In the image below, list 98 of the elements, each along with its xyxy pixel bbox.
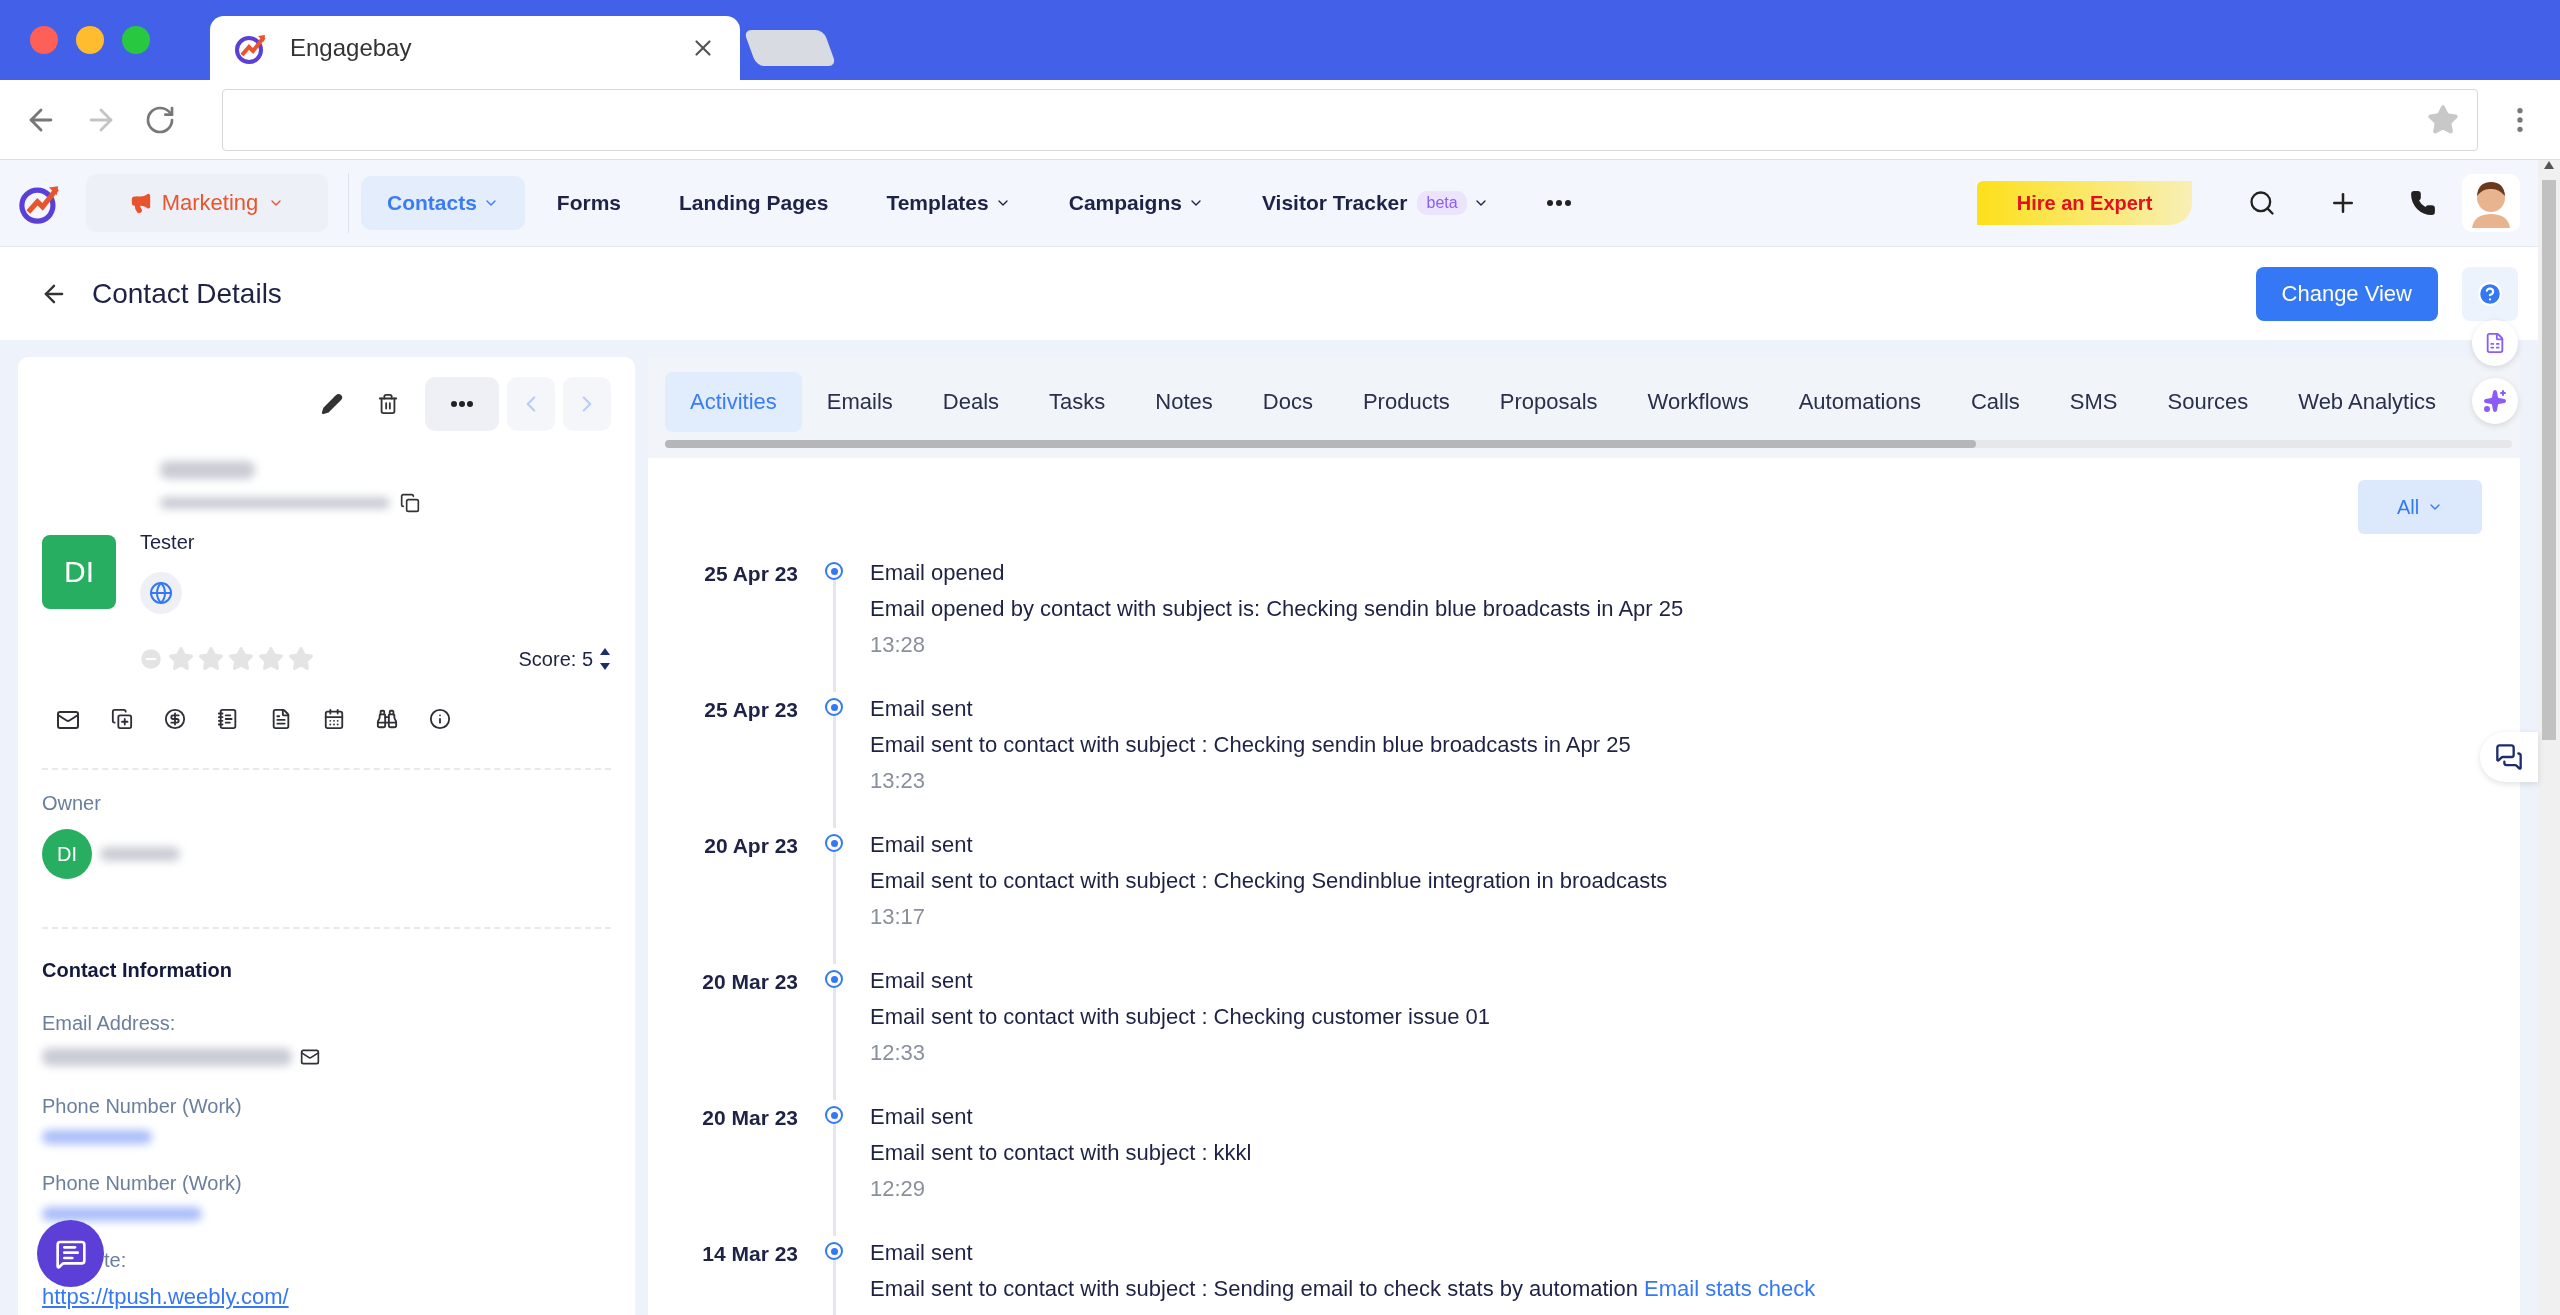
timeline-dot xyxy=(825,698,843,716)
nav-item[interactable]: Forms xyxy=(530,176,648,230)
activity-date: 25 Apr 23 xyxy=(703,697,798,723)
window-minimize-button[interactable] xyxy=(76,26,104,54)
activity-description: Email sent to contact with subject : Checking sendin blue broadcasts in Apr 25 xyxy=(870,732,1632,758)
globe-icon xyxy=(149,581,173,605)
nav-item[interactable]: Landing Pages xyxy=(653,176,855,230)
pencil-icon xyxy=(321,393,343,415)
info-icon[interactable] xyxy=(429,708,451,730)
activity-time: 12:33 xyxy=(870,1040,927,1066)
scrollbar[interactable] xyxy=(665,440,2512,448)
nav-item[interactable]: Visitor Tracker beta xyxy=(1235,176,1515,230)
activity-date: 20 Mar 23 xyxy=(701,1105,798,1131)
tab[interactable]: Deals xyxy=(917,372,1025,432)
page-title: Contact Details xyxy=(92,277,283,310)
tab-title: Engagebay xyxy=(290,34,413,62)
dollar-icon[interactable] xyxy=(164,708,186,730)
nav-item[interactable]: Campaigns xyxy=(1042,176,1230,230)
job-title: Tester xyxy=(140,531,196,554)
megaphone-icon xyxy=(129,192,152,214)
field-label: Phone Number (Work) xyxy=(42,1172,242,1195)
binoculars-icon[interactable] xyxy=(376,708,398,730)
activity-description: Email sent to contact with subject : kkkl xyxy=(870,1140,1253,1166)
sheet-icon xyxy=(2484,332,2506,354)
tab[interactable]: Products xyxy=(1337,372,1475,432)
tab[interactable]: Emails xyxy=(801,372,918,432)
timeline-dot xyxy=(825,834,843,852)
copy-icon[interactable] xyxy=(400,493,420,513)
tab[interactable]: Tasks xyxy=(1024,372,1131,432)
tab[interactable]: SMS xyxy=(2044,372,2143,432)
tab[interactable]: Notes xyxy=(1130,372,1238,432)
field-label: Email Address: xyxy=(42,1012,176,1035)
field-label: Phone Number (Work) xyxy=(42,1095,242,1118)
change-view-button[interactable]: Change View xyxy=(2255,266,2438,321)
avatar[interactable] xyxy=(2462,174,2520,232)
field-label: te: xyxy=(104,1249,127,1272)
activity-description: Email sent to contact with subject : Sending email to check stats by automation Email stats check xyxy=(870,1276,1817,1302)
activity-time: 12:29 xyxy=(870,1176,927,1202)
more-icon xyxy=(451,401,473,407)
activity-time: 13:28 xyxy=(870,632,927,658)
activity-description: Email sent to contact with subject : Checking Sendinblue integration in broadcasts xyxy=(870,868,1669,894)
tab[interactable]: Proposals xyxy=(1474,372,1623,432)
activity-time: 13:17 xyxy=(870,904,927,930)
activity-time: 13:23 xyxy=(870,768,927,794)
activity-date: 25 Apr 23 xyxy=(703,561,798,587)
star-icon[interactable] xyxy=(2427,103,2459,136)
page-scrollbar[interactable] xyxy=(2538,160,2560,1315)
notebook-icon[interactable] xyxy=(217,708,239,730)
tab[interactable]: Sources xyxy=(2142,372,2274,432)
activity-title: Email sent xyxy=(870,696,974,722)
activity-title: Email sent xyxy=(870,1104,974,1130)
timeline-dot xyxy=(825,562,843,580)
search-icon xyxy=(2248,189,2276,217)
timeline-dot xyxy=(825,1242,843,1260)
activity-description: Email sent to contact with subject : Checking customer issue 01 xyxy=(870,1004,1491,1030)
owner-label: Owner xyxy=(42,792,101,815)
activity-link[interactable]: Email stats check xyxy=(1644,1276,1816,1301)
support-button[interactable] xyxy=(2480,732,2538,782)
mail-icon[interactable] xyxy=(300,1047,320,1067)
mail-icon[interactable] xyxy=(56,708,80,732)
hire-button[interactable]: Hire an Expert xyxy=(1977,181,2192,225)
phone-icon xyxy=(2410,190,2436,216)
nav-item[interactable]: Templates xyxy=(860,176,1037,230)
globe-button[interactable] xyxy=(140,572,182,614)
activity-title: Email sent xyxy=(870,1240,974,1266)
tab[interactable]: Calls xyxy=(1945,372,2045,432)
new-tab[interactable] xyxy=(743,30,837,66)
activity-date: 20 Mar 23 xyxy=(701,969,798,995)
activity-date: 20 Apr 23 xyxy=(703,833,798,859)
tab[interactable]: Workflows xyxy=(1622,372,1774,432)
document-icon[interactable] xyxy=(270,708,292,730)
star-rating[interactable] xyxy=(138,646,314,672)
activity-title: Email sent xyxy=(870,968,974,994)
score-text: Score: 5 xyxy=(518,647,593,671)
activity-title: Email opened xyxy=(870,560,1006,586)
trash-icon xyxy=(377,393,399,415)
timeline-dot xyxy=(825,1106,843,1124)
section-title: Contact Information xyxy=(42,959,233,982)
owner-avatar: DI xyxy=(42,829,92,879)
tab[interactable]: Automations xyxy=(1773,372,1946,432)
browser-tab[interactable]: Engagebay xyxy=(210,16,740,80)
contact-avatar: DI xyxy=(42,535,116,609)
timeline-dot xyxy=(825,970,843,988)
activity-title: Email sent xyxy=(870,832,974,858)
activity-description: Email opened by contact with subject is: Checking sendin blue broadcasts in Apr 25 xyxy=(870,596,1685,622)
sparkle-icon xyxy=(2483,389,2507,413)
beta-badge: beta xyxy=(1417,191,1467,215)
copy-plus-icon[interactable] xyxy=(111,708,133,730)
stepper-icon[interactable] xyxy=(599,646,611,672)
activity-date: 14 Mar 23 xyxy=(701,1241,798,1267)
more-icon xyxy=(1546,200,1571,206)
help-button[interactable] xyxy=(2462,266,2518,321)
tab[interactable]: Web Analytics xyxy=(2273,372,2462,432)
calendar-icon[interactable] xyxy=(323,708,345,730)
website-link[interactable]: https://tpush.weebly.com/ xyxy=(42,1286,289,1308)
help-icon xyxy=(2477,280,2503,307)
chat-icon xyxy=(2495,743,2523,771)
tab[interactable]: Docs xyxy=(1237,372,1338,432)
